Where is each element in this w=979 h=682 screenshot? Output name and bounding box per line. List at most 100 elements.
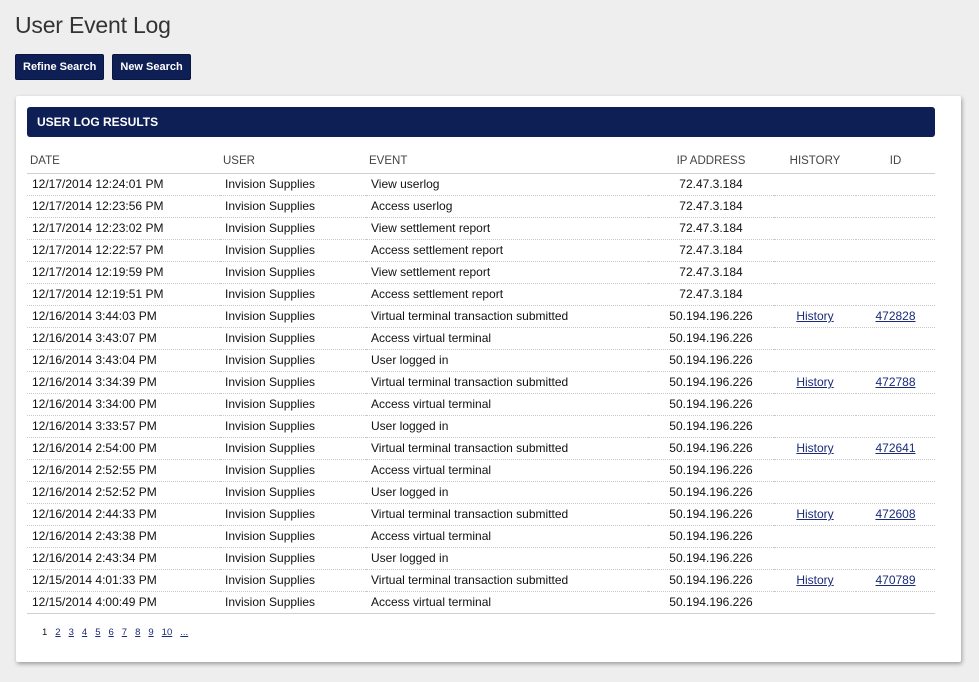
new-search-button[interactable]: New Search xyxy=(112,54,191,80)
cell-ip-address: 50.194.196.226 xyxy=(648,591,774,614)
cell-event: Access virtual terminal xyxy=(366,591,648,614)
table-row: 12/16/2014 3:33:57 PM Invision Supplies Us… xyxy=(27,415,935,438)
page-title: User Event Log xyxy=(15,12,171,38)
cell-user: Invision Supplies xyxy=(220,415,366,438)
pagination-item: 7 xyxy=(118,627,131,638)
cell-date: 12/17/2014 12:19:59 PM xyxy=(27,261,220,284)
cell-id xyxy=(856,415,935,438)
table-row: 12/15/2014 4:01:33 PM Invision Supplies Vi… xyxy=(27,569,935,592)
cell-history xyxy=(774,393,856,416)
cell-date: 12/17/2014 12:22:57 PM xyxy=(27,239,220,262)
cell-event: Access virtual terminal xyxy=(366,525,648,548)
pagination-page-link[interactable]: 4 xyxy=(82,627,87,638)
cell-history: History xyxy=(774,437,856,460)
cell-event: User logged in xyxy=(366,547,648,570)
cell-ip-address: 50.194.196.226 xyxy=(648,415,774,438)
cell-id: 472641 xyxy=(856,437,935,460)
cell-history xyxy=(774,591,856,614)
column-header-ip: IP ADDRESS xyxy=(648,149,774,174)
table-row: 12/17/2014 12:19:59 PM Invision Supplies V… xyxy=(27,261,935,284)
cell-date: 12/17/2014 12:23:56 PM xyxy=(27,195,220,218)
table-row: 12/16/2014 2:44:33 PM Invision Supplies Vi… xyxy=(27,503,935,526)
column-header-history: HISTORY xyxy=(774,149,856,174)
pagination-page-link[interactable]: 6 xyxy=(108,627,113,638)
table-row: 12/17/2014 12:23:56 PM Invision Supplies A… xyxy=(27,195,935,218)
cell-event: User logged in xyxy=(366,415,648,438)
cell-ip-address: 72.47.3.184 xyxy=(648,261,774,284)
cell-date: 12/16/2014 2:43:38 PM xyxy=(27,525,220,548)
table-row: 12/16/2014 3:43:07 PM Invision Supplies Ac… xyxy=(27,327,935,350)
cell-date: 12/16/2014 3:34:39 PM xyxy=(27,371,220,394)
transaction-id-link[interactable]: 472828 xyxy=(875,309,915,323)
cell-user: Invision Supplies xyxy=(220,547,366,570)
history-link[interactable]: History xyxy=(796,573,833,587)
table-row: 12/16/2014 2:43:34 PM Invision Supplies Us… xyxy=(27,547,935,570)
cell-event: View userlog xyxy=(366,173,648,196)
pagination-page-link[interactable]: 8 xyxy=(135,627,140,638)
cell-history: History xyxy=(774,503,856,526)
cell-history: History xyxy=(774,371,856,394)
pagination-current-page: 1 xyxy=(42,627,48,638)
table-row: 12/16/2014 3:34:00 PM Invision Supplies Ac… xyxy=(27,393,935,416)
cell-ip-address: 50.194.196.226 xyxy=(648,393,774,416)
cell-event: Virtual terminal transaction submitted xyxy=(366,569,648,592)
table-row: 12/17/2014 12:23:02 PM Invision Supplies V… xyxy=(27,217,935,240)
pagination-item: 3 xyxy=(65,627,78,638)
table-row: 12/17/2014 12:24:01 PM Invision Supplies V… xyxy=(27,173,935,196)
transaction-id-link[interactable]: 472788 xyxy=(875,375,915,389)
cell-history xyxy=(774,261,856,284)
cell-event: Access virtual terminal xyxy=(366,327,648,350)
table-row: 12/17/2014 12:22:57 PM Invision Supplies A… xyxy=(27,239,935,262)
cell-event: User logged in xyxy=(366,349,648,372)
cell-event: Access userlog xyxy=(366,195,648,218)
pagination-item: 2 xyxy=(51,627,64,638)
table-row: 12/16/2014 2:54:00 PM Invision Supplies Vi… xyxy=(27,437,935,460)
pagination-page-link[interactable]: 5 xyxy=(95,627,100,638)
history-link[interactable]: History xyxy=(796,507,833,521)
transaction-id-link[interactable]: 472641 xyxy=(875,441,915,455)
table-body: 12/17/2014 12:24:01 PM Invision Supplies V… xyxy=(27,173,935,614)
cell-id xyxy=(856,547,935,570)
pagination-item: 9 xyxy=(144,627,157,638)
cell-date: 12/17/2014 12:19:51 PM xyxy=(27,283,220,306)
pagination-page-link[interactable]: 3 xyxy=(69,627,74,638)
cell-id xyxy=(856,393,935,416)
cell-id xyxy=(856,283,935,306)
transaction-id-link[interactable]: 470789 xyxy=(875,573,915,587)
history-link[interactable]: History xyxy=(796,309,833,323)
pagination-more-link[interactable]: ... xyxy=(180,627,188,638)
pagination-item: 5 xyxy=(91,627,104,638)
cell-id xyxy=(856,349,935,372)
cell-user: Invision Supplies xyxy=(220,239,366,262)
cell-ip-address: 50.194.196.226 xyxy=(648,481,774,504)
cell-ip-address: 72.47.3.184 xyxy=(648,173,774,196)
cell-ip-address: 72.47.3.184 xyxy=(648,283,774,306)
pagination-page-link[interactable]: 9 xyxy=(148,627,153,638)
cell-date: 12/15/2014 4:00:49 PM xyxy=(27,591,220,614)
transaction-id-link[interactable]: 472608 xyxy=(875,507,915,521)
history-link[interactable]: History xyxy=(796,441,833,455)
panel-header: USER LOG RESULTS xyxy=(27,107,935,137)
pagination-page-link[interactable]: 10 xyxy=(162,627,173,638)
pagination-item: 4 xyxy=(78,627,91,638)
cell-history xyxy=(774,349,856,372)
history-link[interactable]: History xyxy=(796,375,833,389)
cell-date: 12/17/2014 12:23:02 PM xyxy=(27,217,220,240)
cell-event: Virtual terminal transaction submitted xyxy=(366,503,648,526)
pagination-item: 8 xyxy=(131,627,144,638)
table-row: 12/16/2014 2:52:52 PM Invision Supplies Us… xyxy=(27,481,935,504)
cell-id: 470789 xyxy=(856,569,935,592)
cell-id: 472788 xyxy=(856,371,935,394)
cell-id xyxy=(856,481,935,504)
cell-date: 12/16/2014 2:54:00 PM xyxy=(27,437,220,460)
cell-date: 12/16/2014 2:52:52 PM xyxy=(27,481,220,504)
cell-user: Invision Supplies xyxy=(220,481,366,504)
cell-user: Invision Supplies xyxy=(220,393,366,416)
refine-search-button[interactable]: Refine Search xyxy=(15,54,105,80)
table-row: 12/16/2014 2:43:38 PM Invision Supplies Ac… xyxy=(27,525,935,548)
pagination-page-link[interactable]: 2 xyxy=(55,627,60,638)
pagination-page-link[interactable]: 7 xyxy=(122,627,127,638)
cell-user: Invision Supplies xyxy=(220,217,366,240)
cell-id xyxy=(856,591,935,614)
cell-event: Access virtual terminal xyxy=(366,393,648,416)
